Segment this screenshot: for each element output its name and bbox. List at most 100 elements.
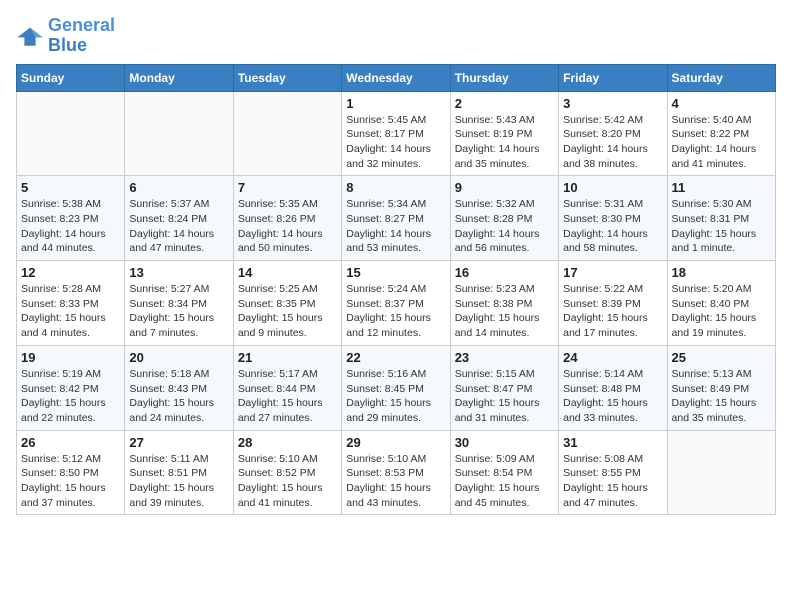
day-info: Sunrise: 5:15 AM Sunset: 8:47 PM Dayligh… bbox=[455, 367, 554, 426]
day-info: Sunrise: 5:23 AM Sunset: 8:38 PM Dayligh… bbox=[455, 282, 554, 341]
day-number: 16 bbox=[455, 265, 554, 280]
calendar-cell: 29 Sunrise: 5:10 AM Sunset: 8:53 PM Dayli… bbox=[342, 430, 450, 515]
calendar-cell: 11 Sunrise: 5:30 AM Sunset: 8:31 PM Dayli… bbox=[667, 176, 775, 261]
day-number: 30 bbox=[455, 435, 554, 450]
calendar-week-row: 1 Sunrise: 5:45 AM Sunset: 8:17 PM Daylig… bbox=[17, 91, 776, 176]
day-info: Sunrise: 5:18 AM Sunset: 8:43 PM Dayligh… bbox=[129, 367, 228, 426]
day-of-week-header: Wednesday bbox=[342, 64, 450, 91]
day-info: Sunrise: 5:22 AM Sunset: 8:39 PM Dayligh… bbox=[563, 282, 662, 341]
calendar-cell bbox=[667, 430, 775, 515]
calendar-cell: 28 Sunrise: 5:10 AM Sunset: 8:52 PM Dayli… bbox=[233, 430, 341, 515]
calendar-cell: 19 Sunrise: 5:19 AM Sunset: 8:42 PM Dayli… bbox=[17, 345, 125, 430]
calendar-cell: 14Sunrise: 5:25 AM Sunset: 8:35 PM Dayli… bbox=[233, 261, 341, 346]
day-info: Sunrise: 5:10 AM Sunset: 8:53 PM Dayligh… bbox=[346, 452, 445, 511]
calendar-week-row: 5Sunrise: 5:38 AM Sunset: 8:23 PM Daylig… bbox=[17, 176, 776, 261]
day-number: 31 bbox=[563, 435, 662, 450]
day-number: 10 bbox=[563, 180, 662, 195]
day-number: 1 bbox=[346, 96, 445, 111]
day-info: Sunrise: 5:13 AM Sunset: 8:49 PM Dayligh… bbox=[672, 367, 771, 426]
day-info: Sunrise: 5:19 AM Sunset: 8:42 PM Dayligh… bbox=[21, 367, 120, 426]
day-info: Sunrise: 5:32 AM Sunset: 8:28 PM Dayligh… bbox=[455, 197, 554, 256]
day-number: 17 bbox=[563, 265, 662, 280]
calendar-cell: 23 Sunrise: 5:15 AM Sunset: 8:47 PM Dayli… bbox=[450, 345, 558, 430]
calendar-cell: 18 Sunrise: 5:20 AM Sunset: 8:40 PM Dayli… bbox=[667, 261, 775, 346]
day-number: 6 bbox=[129, 180, 228, 195]
day-of-week-header: Saturday bbox=[667, 64, 775, 91]
day-number: 2 bbox=[455, 96, 554, 111]
day-number: 25 bbox=[672, 350, 771, 365]
calendar-cell bbox=[125, 91, 233, 176]
day-number: 22 bbox=[346, 350, 445, 365]
day-of-week-header: Friday bbox=[559, 64, 667, 91]
day-number: 19 bbox=[21, 350, 120, 365]
day-number: 24 bbox=[563, 350, 662, 365]
calendar-cell: 15Sunrise: 5:24 AM Sunset: 8:37 PM Dayli… bbox=[342, 261, 450, 346]
day-info: Sunrise: 5:24 AM Sunset: 8:37 PM Dayligh… bbox=[346, 282, 445, 341]
day-info: Sunrise: 5:27 AM Sunset: 8:34 PM Dayligh… bbox=[129, 282, 228, 341]
day-of-week-header: Thursday bbox=[450, 64, 558, 91]
calendar-cell: 8 Sunrise: 5:34 AM Sunset: 8:27 PM Daylig… bbox=[342, 176, 450, 261]
calendar-cell: 13Sunrise: 5:27 AM Sunset: 8:34 PM Dayli… bbox=[125, 261, 233, 346]
page-header: General Blue bbox=[16, 16, 776, 56]
calendar-cell: 1 Sunrise: 5:45 AM Sunset: 8:17 PM Daylig… bbox=[342, 91, 450, 176]
day-info: Sunrise: 5:30 AM Sunset: 8:31 PM Dayligh… bbox=[672, 197, 771, 256]
day-number: 11 bbox=[672, 180, 771, 195]
day-number: 8 bbox=[346, 180, 445, 195]
day-info: Sunrise: 5:09 AM Sunset: 8:54 PM Dayligh… bbox=[455, 452, 554, 511]
calendar-cell: 22 Sunrise: 5:16 AM Sunset: 8:45 PM Dayli… bbox=[342, 345, 450, 430]
calendar-cell: 10 Sunrise: 5:31 AM Sunset: 8:30 PM Dayli… bbox=[559, 176, 667, 261]
calendar-cell: 27Sunrise: 5:11 AM Sunset: 8:51 PM Dayli… bbox=[125, 430, 233, 515]
day-info: Sunrise: 5:12 AM Sunset: 8:50 PM Dayligh… bbox=[21, 452, 120, 511]
day-info: Sunrise: 5:17 AM Sunset: 8:44 PM Dayligh… bbox=[238, 367, 337, 426]
calendar-cell bbox=[17, 91, 125, 176]
calendar-cell: 26 Sunrise: 5:12 AM Sunset: 8:50 PM Dayli… bbox=[17, 430, 125, 515]
day-number: 26 bbox=[21, 435, 120, 450]
day-info: Sunrise: 5:42 AM Sunset: 8:20 PM Dayligh… bbox=[563, 113, 662, 172]
calendar-cell: 25 Sunrise: 5:13 AM Sunset: 8:49 PM Dayli… bbox=[667, 345, 775, 430]
day-info: Sunrise: 5:10 AM Sunset: 8:52 PM Dayligh… bbox=[238, 452, 337, 511]
calendar-cell: 16 Sunrise: 5:23 AM Sunset: 8:38 PM Dayli… bbox=[450, 261, 558, 346]
day-info: Sunrise: 5:25 AM Sunset: 8:35 PM Dayligh… bbox=[238, 282, 337, 341]
day-info: Sunrise: 5:20 AM Sunset: 8:40 PM Dayligh… bbox=[672, 282, 771, 341]
day-number: 4 bbox=[672, 96, 771, 111]
logo-text: General Blue bbox=[48, 16, 115, 56]
day-info: Sunrise: 5:45 AM Sunset: 8:17 PM Dayligh… bbox=[346, 113, 445, 172]
day-info: Sunrise: 5:28 AM Sunset: 8:33 PM Dayligh… bbox=[21, 282, 120, 341]
calendar-header-row: SundayMondayTuesdayWednesdayThursdayFrid… bbox=[17, 64, 776, 91]
day-info: Sunrise: 5:31 AM Sunset: 8:30 PM Dayligh… bbox=[563, 197, 662, 256]
calendar-cell bbox=[233, 91, 341, 176]
day-number: 28 bbox=[238, 435, 337, 450]
day-of-week-header: Monday bbox=[125, 64, 233, 91]
day-number: 23 bbox=[455, 350, 554, 365]
logo-icon bbox=[16, 22, 44, 50]
day-number: 20 bbox=[129, 350, 228, 365]
day-of-week-header: Sunday bbox=[17, 64, 125, 91]
day-number: 29 bbox=[346, 435, 445, 450]
calendar-cell: 2Sunrise: 5:43 AM Sunset: 8:19 PM Daylig… bbox=[450, 91, 558, 176]
calendar-cell: 12 Sunrise: 5:28 AM Sunset: 8:33 PM Dayli… bbox=[17, 261, 125, 346]
logo: General Blue bbox=[16, 16, 115, 56]
day-info: Sunrise: 5:16 AM Sunset: 8:45 PM Dayligh… bbox=[346, 367, 445, 426]
day-info: Sunrise: 5:34 AM Sunset: 8:27 PM Dayligh… bbox=[346, 197, 445, 256]
calendar-cell: 24Sunrise: 5:14 AM Sunset: 8:48 PM Dayli… bbox=[559, 345, 667, 430]
calendar-week-row: 12 Sunrise: 5:28 AM Sunset: 8:33 PM Dayli… bbox=[17, 261, 776, 346]
day-info: Sunrise: 5:38 AM Sunset: 8:23 PM Dayligh… bbox=[21, 197, 120, 256]
day-of-week-header: Tuesday bbox=[233, 64, 341, 91]
calendar-cell: 21 Sunrise: 5:17 AM Sunset: 8:44 PM Dayli… bbox=[233, 345, 341, 430]
day-info: Sunrise: 5:40 AM Sunset: 8:22 PM Dayligh… bbox=[672, 113, 771, 172]
calendar-week-row: 19 Sunrise: 5:19 AM Sunset: 8:42 PM Dayli… bbox=[17, 345, 776, 430]
calendar-table: SundayMondayTuesdayWednesdayThursdayFrid… bbox=[16, 64, 776, 516]
day-number: 7 bbox=[238, 180, 337, 195]
calendar-cell: 30 Sunrise: 5:09 AM Sunset: 8:54 PM Dayli… bbox=[450, 430, 558, 515]
day-number: 3 bbox=[563, 96, 662, 111]
day-number: 12 bbox=[21, 265, 120, 280]
calendar-cell: 6 Sunrise: 5:37 AM Sunset: 8:24 PM Daylig… bbox=[125, 176, 233, 261]
calendar-cell: 31Sunrise: 5:08 AM Sunset: 8:55 PM Dayli… bbox=[559, 430, 667, 515]
day-info: Sunrise: 5:37 AM Sunset: 8:24 PM Dayligh… bbox=[129, 197, 228, 256]
day-info: Sunrise: 5:35 AM Sunset: 8:26 PM Dayligh… bbox=[238, 197, 337, 256]
day-number: 18 bbox=[672, 265, 771, 280]
calendar-cell: 3 Sunrise: 5:42 AM Sunset: 8:20 PM Daylig… bbox=[559, 91, 667, 176]
calendar-cell: 9Sunrise: 5:32 AM Sunset: 8:28 PM Daylig… bbox=[450, 176, 558, 261]
day-number: 21 bbox=[238, 350, 337, 365]
calendar-cell: 17 Sunrise: 5:22 AM Sunset: 8:39 PM Dayli… bbox=[559, 261, 667, 346]
